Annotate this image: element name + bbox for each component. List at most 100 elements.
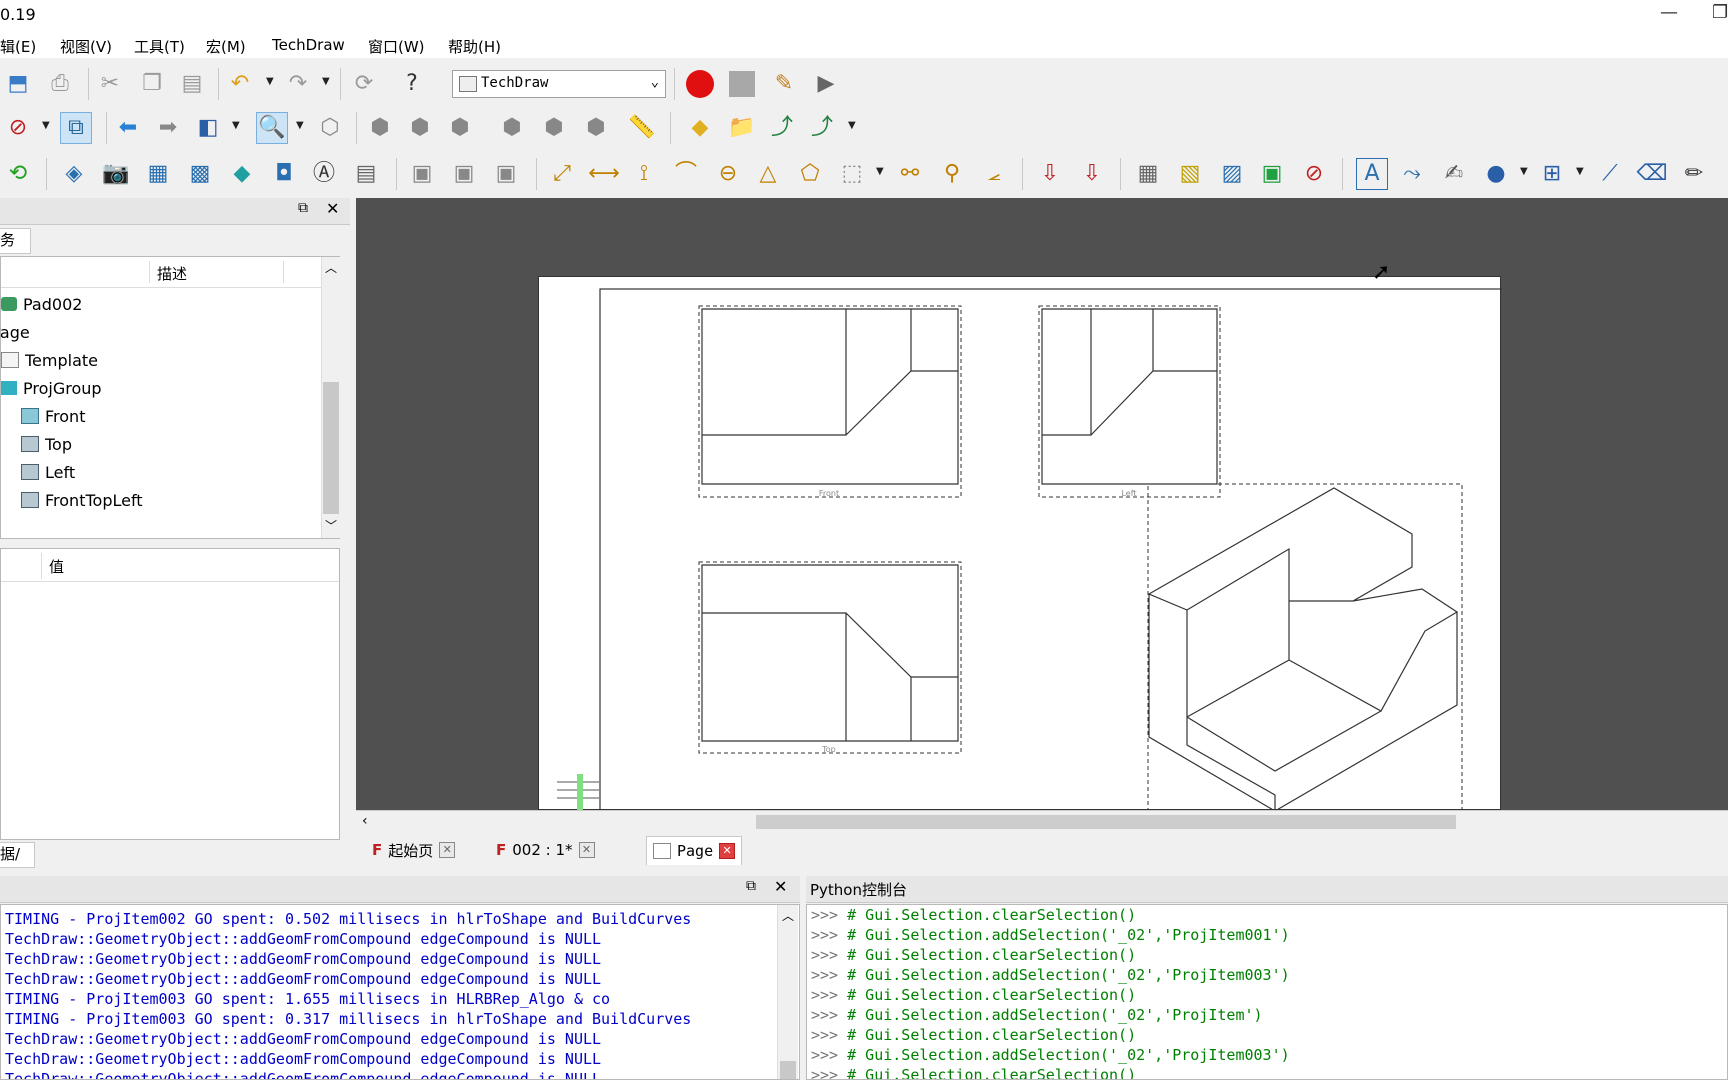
- tree-scrollbar[interactable]: ︿ ﹀: [321, 257, 340, 538]
- active-view-icon[interactable]: 📷: [100, 158, 132, 190]
- menu-tools[interactable]: 工具(T): [134, 36, 185, 57]
- redo-dropdown-icon[interactable]: ▼: [322, 76, 330, 87]
- whats-this-icon[interactable]: ?: [396, 68, 428, 100]
- tab-data[interactable]: 据/: [0, 842, 35, 868]
- fit-all-icon[interactable]: 🔍: [256, 112, 288, 144]
- tree-item-pad002[interactable]: Pad002: [1, 291, 82, 317]
- undo-icon[interactable]: ↶: [224, 68, 256, 100]
- tab-document-002[interactable]: F 002 : 1* ✕: [490, 836, 601, 864]
- insert-view-icon[interactable]: ◈: [58, 158, 90, 190]
- link-dropdown-icon[interactable]: ▼: [848, 120, 856, 131]
- workbench-selector[interactable]: TechDraw ⌄: [452, 70, 666, 98]
- top-view-icon[interactable]: ⬢: [404, 112, 436, 144]
- geom-hatch-icon[interactable]: ▧: [1174, 158, 1206, 190]
- scroll-thumb[interactable]: [323, 382, 339, 514]
- python-console[interactable]: >>> # Gui.Selection.clearSelection() >>>…: [806, 904, 1728, 1080]
- macro-record-icon[interactable]: [684, 68, 716, 100]
- left-view-icon[interactable]: ⬢: [580, 112, 612, 144]
- 3pt-angle-dimension-icon[interactable]: ⬠: [794, 158, 826, 190]
- front-view[interactable]: Front: [698, 305, 962, 498]
- drawing-page[interactable]: Front Left Top: [538, 276, 1502, 811]
- scroll-up-icon[interactable]: ︿: [325, 259, 337, 276]
- copy-icon[interactable]: ❐: [136, 68, 168, 100]
- float-icon[interactable]: ⧉: [298, 200, 308, 216]
- pencil-icon[interactable]: ✏: [1678, 158, 1710, 190]
- macro-stop-icon[interactable]: [726, 68, 758, 100]
- detail-view-icon[interactable]: ◆: [226, 158, 258, 190]
- print-icon[interactable]: ⎙: [44, 68, 76, 100]
- sync-view-icon[interactable]: ⧉: [60, 112, 92, 144]
- std-views-dropdown-icon[interactable]: ▼: [232, 120, 240, 131]
- minimize-button[interactable]: —: [1660, 2, 1678, 23]
- scroll-thumb[interactable]: [780, 1061, 796, 1079]
- menu-help[interactable]: 帮助(H): [448, 36, 501, 57]
- tree-item-fronttopleft[interactable]: FrontTopLeft: [21, 487, 143, 513]
- scroll-up-icon[interactable]: ︿: [782, 907, 794, 924]
- fit-dropdown-icon[interactable]: ▼: [296, 120, 304, 131]
- redo-icon[interactable]: ↷: [282, 68, 314, 100]
- vertical-dimension-icon[interactable]: ⟟: [628, 158, 660, 190]
- image-icon[interactable]: ▣: [1256, 158, 1288, 190]
- report-scrollbar[interactable]: ︿: [777, 905, 798, 1079]
- proj-group-icon[interactable]: ▦: [142, 158, 174, 190]
- menu-view[interactable]: 视图(V): [60, 36, 112, 57]
- redraw-page-icon[interactable]: ⟲: [2, 158, 34, 190]
- radius-dimension-icon[interactable]: ⌒: [670, 158, 702, 190]
- measure-icon[interactable]: 📏: [626, 112, 658, 144]
- diameter-dimension-icon[interactable]: ⊖: [712, 158, 744, 190]
- restore-button[interactable]: ❐: [1712, 2, 1728, 23]
- tab-page[interactable]: Page ✕: [646, 836, 743, 865]
- forward-arrow-icon[interactable]: ➡: [152, 112, 184, 144]
- refresh-icon[interactable]: ⟳: [348, 68, 380, 100]
- menu-edit[interactable]: 辑(E): [0, 36, 36, 57]
- balloon-icon[interactable]: ⚲: [936, 158, 968, 190]
- link-icon[interactable]: ⤴: [766, 112, 798, 144]
- hscroll-thumb[interactable]: [756, 815, 1456, 829]
- close-icon[interactable]: ✕: [774, 877, 787, 896]
- scroll-left-icon[interactable]: ‹: [362, 813, 368, 829]
- toggle-frames-icon[interactable]: ⊘: [1298, 158, 1330, 190]
- leader-line-icon[interactable]: ⤳: [1396, 158, 1428, 190]
- tree-item-projgroup[interactable]: ProjGroup: [1, 375, 102, 401]
- tab-start-page[interactable]: F 起始页 ✕: [366, 836, 461, 864]
- close-icon[interactable]: ✕: [326, 199, 339, 218]
- std-views-icon[interactable]: ◧: [192, 112, 224, 144]
- clip-add-icon[interactable]: ▣: [406, 158, 438, 190]
- export-dxf-icon[interactable]: ⇩: [1076, 158, 1108, 190]
- part-icon[interactable]: ◆: [684, 112, 716, 144]
- scroll-down-icon[interactable]: ﹀: [325, 517, 337, 534]
- centerline-dropdown-icon[interactable]: ▼: [1576, 166, 1584, 177]
- no-draw-style-icon[interactable]: ⊘: [2, 112, 34, 144]
- extent-dimension-icon[interactable]: ⬚: [836, 158, 868, 190]
- link-actions-icon[interactable]: ⤴: [806, 112, 838, 144]
- tab-tasks[interactable]: 务: [0, 228, 31, 254]
- bottom-view-icon[interactable]: ⬢: [538, 112, 570, 144]
- float-icon[interactable]: ⧉: [746, 878, 756, 894]
- undo-dropdown-icon[interactable]: ▼: [266, 76, 274, 87]
- section-view-icon[interactable]: ▩: [184, 158, 216, 190]
- clip-group-icon[interactable]: ◘: [268, 158, 300, 190]
- top-view[interactable]: Top: [698, 561, 962, 754]
- close-icon[interactable]: ✕: [439, 842, 456, 858]
- close-icon[interactable]: ✕: [719, 843, 736, 859]
- hatch-icon[interactable]: ▦: [1132, 158, 1164, 190]
- cut-icon[interactable]: ✂: [94, 68, 126, 100]
- eraser-icon[interactable]: ⌫: [1636, 158, 1668, 190]
- annotation-icon[interactable]: Ⓐ: [308, 158, 340, 190]
- tree-item-left[interactable]: Left: [21, 459, 75, 485]
- landmark-dimension-icon[interactable]: ⦟: [978, 158, 1010, 190]
- tree-item-front[interactable]: Front: [21, 403, 85, 429]
- macro-run-icon[interactable]: ▶: [810, 68, 842, 100]
- cosmetic-circle-icon[interactable]: ●: [1480, 158, 1512, 190]
- length-dimension-icon[interactable]: ⤢: [546, 158, 578, 190]
- symbol-icon[interactable]: ▨: [1216, 158, 1248, 190]
- back-arrow-icon[interactable]: ⬅: [112, 112, 144, 144]
- cosmetic-line-icon[interactable]: ⟋: [1594, 158, 1626, 190]
- right-view-icon[interactable]: ⬢: [444, 112, 476, 144]
- tree-item-page[interactable]: Page: [0, 319, 30, 345]
- draw-style-dropdown-icon[interactable]: ▼: [42, 120, 50, 131]
- angle-dimension-icon[interactable]: △: [752, 158, 784, 190]
- paste-icon[interactable]: ▤: [176, 68, 208, 100]
- centerline-icon[interactable]: ⊞: [1536, 158, 1568, 190]
- rich-text-icon[interactable]: ✍: [1438, 158, 1470, 190]
